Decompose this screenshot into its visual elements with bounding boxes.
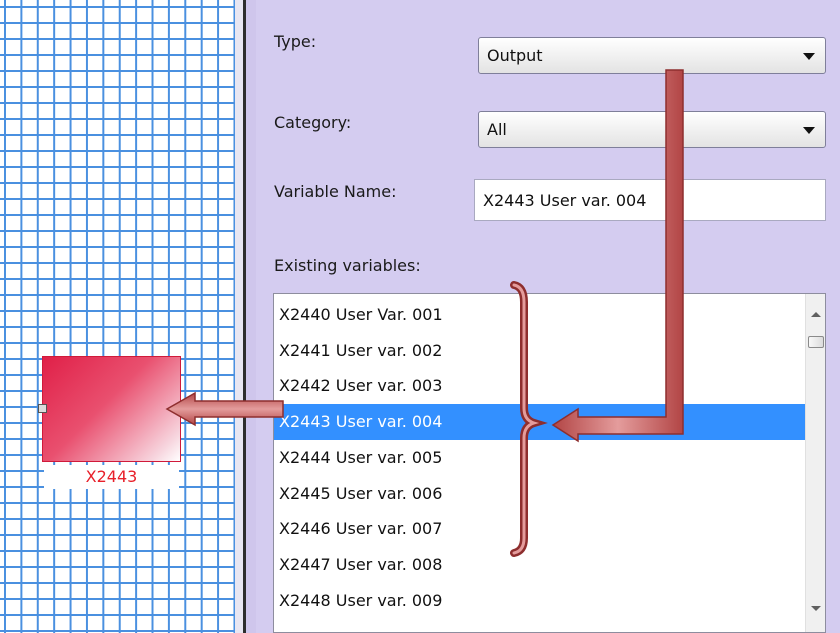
variable-block[interactable] xyxy=(42,356,181,462)
variable-block-label: X2443 xyxy=(44,465,179,489)
list-item[interactable]: X2441 User var. 002 xyxy=(274,333,806,369)
list-item[interactable]: X2443 User var. 004 xyxy=(274,404,806,440)
category-dropdown-value: All xyxy=(487,120,507,139)
list-item[interactable]: X2446 User var. 007 xyxy=(274,511,806,547)
scroll-up-arrow-icon[interactable] xyxy=(806,304,825,324)
category-label: Category: xyxy=(274,113,352,132)
existing-variables-list[interactable]: X2440 User Var. 001 X2441 User var. 002 X2… xyxy=(273,293,826,633)
list-item[interactable]: X2447 User var. 008 xyxy=(274,547,806,583)
list-item[interactable]: X2448 User var. 009 xyxy=(274,583,806,619)
list-item[interactable]: X2445 User var. 006 xyxy=(274,476,806,512)
type-dropdown[interactable]: Output xyxy=(478,37,826,74)
variable-name-input[interactable] xyxy=(475,180,825,220)
variable-properties-panel: Type: Output Category: All Variable Name… xyxy=(256,0,840,633)
type-dropdown-value: Output xyxy=(487,46,543,65)
splitter-right xyxy=(246,0,256,633)
category-dropdown[interactable]: All xyxy=(478,111,826,148)
block-connector-pin[interactable] xyxy=(38,404,47,413)
variable-name-label: Variable Name: xyxy=(274,182,397,201)
type-label: Type: xyxy=(274,32,317,51)
splitter-left xyxy=(235,0,243,633)
list-item[interactable]: X2444 User var. 005 xyxy=(274,440,806,476)
list-item[interactable]: X2442 User var. 003 xyxy=(274,368,806,404)
list-scrollbar[interactable] xyxy=(805,294,825,632)
scrollbar-thumb[interactable] xyxy=(808,336,824,348)
chevron-down-icon[interactable] xyxy=(801,122,817,138)
existing-variables-label: Existing variables: xyxy=(274,256,421,275)
chevron-down-icon[interactable] xyxy=(801,48,817,64)
list-item[interactable]: X2440 User Var. 001 xyxy=(274,297,806,333)
scroll-down-arrow-icon[interactable] xyxy=(806,598,825,618)
diagram-canvas[interactable]: X2443 xyxy=(0,0,235,633)
variable-name-field-box xyxy=(474,179,826,221)
